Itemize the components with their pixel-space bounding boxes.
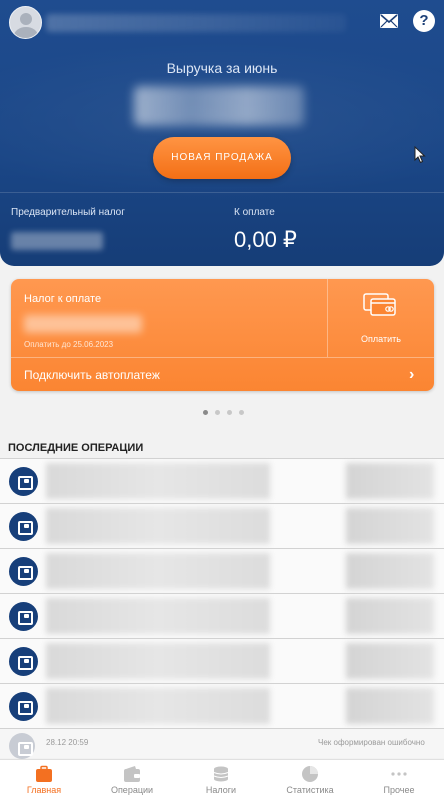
new-sale-button[interactable]: НОВАЯ ПРОДАЖА — [153, 137, 291, 179]
prelim-tax-amount-redacted — [11, 232, 103, 250]
pay-button[interactable]: Оплатить — [328, 334, 434, 344]
carousel-dot[interactable] — [203, 410, 208, 415]
mouse-cursor-icon — [414, 146, 426, 164]
tax-due-date: Оплатить до 25.06.2023 — [24, 340, 114, 349]
operation-amount-redacted — [346, 508, 434, 544]
top-bar: ? — [0, 0, 444, 44]
divider — [0, 192, 444, 193]
payment-card-icon[interactable] — [363, 293, 397, 317]
nav-label: Главная — [26, 785, 62, 795]
operation-details-redacted — [46, 553, 270, 589]
tax-amount-redacted — [24, 315, 142, 333]
to-pay-label: К оплате — [234, 207, 275, 218]
nav-item-taxes[interactable]: Налоги — [177, 760, 265, 797]
more-icon — [391, 772, 407, 776]
nav-item-operations[interactable]: Операции — [88, 760, 176, 797]
nav-label: Статистика — [286, 785, 334, 795]
operation-details-redacted — [46, 598, 270, 634]
wallet-icon — [9, 467, 38, 496]
operation-amount-redacted — [346, 688, 434, 724]
pie-chart-icon — [302, 766, 318, 782]
revenue-amount-redacted — [134, 86, 304, 126]
help-icon[interactable]: ? — [413, 10, 435, 32]
summary-header: ? Выручка за июнь НОВАЯ ПРОДАЖА Предвари… — [0, 0, 444, 266]
list-item[interactable] — [0, 503, 444, 548]
nav-item-statistics[interactable]: Статистика — [266, 760, 354, 797]
wallet-icon — [9, 512, 38, 541]
list-item[interactable] — [0, 683, 444, 728]
list-item[interactable] — [0, 458, 444, 503]
revenue-title: Выручка за июнь — [166, 60, 278, 76]
tax-card-title: Налог к оплате — [24, 293, 102, 305]
carousel-dot[interactable] — [227, 410, 232, 415]
wallet-icon — [9, 557, 38, 586]
wallet-icon — [9, 647, 38, 676]
wallet-icon — [9, 733, 35, 759]
carousel-dot[interactable] — [215, 410, 220, 415]
autopay-label: Подключить автоплатеж — [24, 368, 160, 382]
operation-amount-redacted — [346, 643, 434, 679]
wallet-icon — [124, 766, 140, 782]
operation-details-redacted — [46, 463, 270, 499]
carousel-indicator — [203, 410, 251, 416]
chevron-right-icon: › — [409, 366, 415, 383]
operation-details-redacted — [46, 643, 270, 679]
tax-card: Налог к оплате Оплатить до 25.06.2023 Оп… — [11, 279, 434, 391]
nav-item-home[interactable]: Главная — [0, 760, 88, 797]
user-name-redacted — [46, 14, 346, 32]
coins-icon — [213, 766, 229, 782]
operation-amount-redacted — [346, 463, 434, 499]
list-item[interactable]: 28.12 20:59 Чек оформирован ошибочно — [0, 728, 444, 759]
to-pay-value: 0,00 ₽ — [234, 227, 297, 252]
bottom-navigation: Главная Операции Налоги Статистика Проче… — [0, 759, 444, 797]
autopay-row[interactable]: Подключить автоплатеж › — [11, 358, 434, 391]
list-item[interactable] — [0, 548, 444, 593]
operations-list: 28.12 20:59 Чек оформирован ошибочно — [0, 458, 444, 759]
wallet-icon — [9, 692, 38, 721]
nav-label: Операции — [110, 785, 154, 795]
nav-label: Налоги — [205, 785, 237, 795]
operation-amount-redacted — [346, 598, 434, 634]
divider — [327, 279, 328, 357]
mail-icon[interactable] — [379, 13, 399, 29]
list-item[interactable] — [0, 593, 444, 638]
list-item[interactable] — [0, 638, 444, 683]
avatar[interactable] — [9, 6, 42, 39]
nav-label: Прочее — [383, 785, 415, 795]
operation-details-redacted — [46, 508, 270, 544]
nav-item-more[interactable]: Прочее — [355, 760, 443, 797]
carousel-dot[interactable] — [239, 410, 244, 415]
prelim-tax-label: Предварительный налог — [11, 207, 125, 218]
operation-amount-redacted — [346, 553, 434, 589]
operation-status: Чек оформирован ошибочно — [318, 738, 425, 747]
wallet-icon — [9, 602, 38, 631]
operation-details-redacted — [46, 688, 270, 724]
recent-operations-title: ПОСЛЕДНИЕ ОПЕРАЦИИ — [8, 442, 144, 454]
briefcase-icon — [36, 765, 52, 782]
operation-time: 28.12 20:59 — [46, 738, 89, 747]
